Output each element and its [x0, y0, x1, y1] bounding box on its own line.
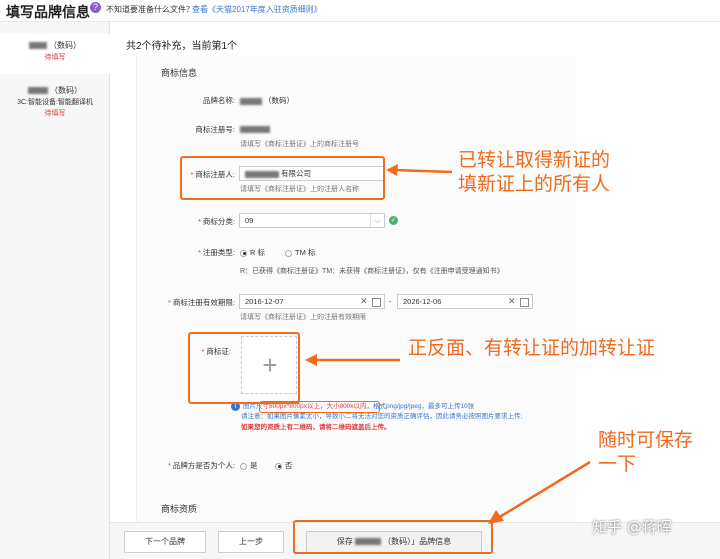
main-content: 共2个待补充，当前第1个 商标信息 品牌名称: （数码） 商标注册号: 请填写《…: [110, 22, 720, 559]
personal-label: * 品牌方是否为个人:: [167, 461, 235, 470]
class-label: * 商标分类:: [197, 217, 235, 226]
reg-type-r-radio[interactable]: R 标: [240, 247, 265, 258]
validity-end-input[interactable]: 2026-12-06 ✕: [397, 294, 533, 309]
qr-code-note: 如果您的资质上有二维码，请将二维码遮盖后上传。: [241, 424, 391, 431]
calendar-icon[interactable]: [372, 298, 381, 307]
annotation-arrow-cert: [305, 354, 400, 366]
brand-name-label: 品牌名称:: [202, 96, 235, 105]
annotation-text-save-2: 一下: [598, 453, 637, 475]
rules-link[interactable]: 查看《天猫2017年度入驻资质细则》: [192, 4, 322, 15]
sidebar-brand-item-2[interactable]: （数码） 3C:智能设备:智能翻译机 待填写: [0, 82, 110, 132]
sidebar-brand-item-1[interactable]: （数码） 待填写: [0, 34, 110, 74]
page-header: 填写品牌信息 ? 不知道要准备什么文件？ 查看《天猫2017年度入驻资质细则》: [0, 0, 720, 22]
next-brand-button[interactable]: 下一个品牌: [124, 531, 206, 553]
reg-no-value: [240, 124, 272, 133]
radio-selected-icon: [240, 249, 247, 257]
reg-no-hint: 请填写《商标注册证》上的商标注册号: [240, 141, 359, 148]
annotation-box-registrant: [180, 156, 385, 200]
blurred-brand-name: [29, 42, 47, 50]
sidebar-item-status: 待填写: [44, 110, 66, 117]
personal-yes-radio[interactable]: 是: [240, 460, 258, 471]
validity-start-input[interactable]: 2016-12-07 ✕: [239, 294, 385, 309]
reg-type-tm-radio[interactable]: TM 标: [285, 247, 315, 258]
sidebar-item-status: 待填写: [44, 54, 66, 61]
sidebar-item-name: （数码）: [50, 86, 82, 95]
chevron-down-icon: ⌵: [370, 214, 384, 227]
radio-selected-icon: [275, 462, 282, 470]
validity-separator: -: [389, 297, 392, 306]
check-icon: ✓: [389, 216, 398, 225]
validity-hint: 请填写《商标注册证》上的注册有效期限: [240, 314, 366, 321]
sidebar-item-name: （数码）: [49, 41, 81, 50]
annotation-arrow-registrant: [386, 164, 453, 176]
annotation-box-image-size: [259, 401, 380, 413]
radio-icon: [240, 462, 247, 470]
brand-name-value: （数码）: [240, 95, 294, 106]
calendar-icon[interactable]: [520, 298, 529, 307]
blurred-value: [240, 125, 270, 133]
class-select[interactable]: 09 ⌵: [239, 213, 385, 228]
blurred-value: [240, 97, 262, 105]
annotation-box-save: [293, 520, 493, 554]
reg-type-note: R：已获得《商标注册证》TM：未获得《商标注册证》，仅有《注册申请受理通知书》: [240, 268, 504, 275]
reg-no-label: 商标注册号:: [195, 125, 235, 134]
radio-icon: [285, 249, 292, 257]
annotation-arrow-save: [488, 460, 591, 524]
clear-icon[interactable]: ✕: [508, 295, 516, 308]
image-quality-note: 请注意：如果图片像素太小，导致小二将无法对您的资质正确评估，因此请务必按照图片要…: [241, 413, 523, 420]
prev-step-button[interactable]: 上一步: [218, 531, 284, 553]
brand-sidebar: （数码） 待填写 （数码） 3C:智能设备:智能翻译机 待填写: [0, 22, 110, 559]
blurred-brand-name: [28, 87, 48, 95]
page-title: 填写品牌信息: [6, 4, 90, 20]
annotation-text-registrant-2: 填新证上的所有人: [458, 173, 611, 195]
annotation-text-cert: 正反面、有转让证的加转让证: [408, 337, 656, 359]
help-icon: ?: [90, 2, 101, 13]
help-question: 不知道要准备什么文件？: [106, 5, 194, 14]
reg-type-label: * 注册类型:: [197, 248, 235, 257]
section-title-trademark: 商标信息: [161, 68, 198, 78]
watermark: 知乎 @蒋晖: [592, 518, 672, 536]
sidebar-item-category: 3C:智能设备:智能翻译机: [17, 99, 93, 106]
personal-no-radio[interactable]: 否: [275, 460, 293, 471]
annotation-box-cert: [188, 332, 300, 404]
section-title-qualification: 商标资质: [161, 504, 198, 514]
validity-label: * 商标注册有效期限:: [167, 298, 235, 307]
clear-icon[interactable]: ✕: [360, 295, 368, 308]
annotation-text-save-1: 随时可保存: [598, 429, 694, 451]
annotation-text-registrant-1: 已转让取得新证的: [458, 149, 611, 171]
progress-count: 共2个待补充，当前第1个: [126, 41, 238, 52]
